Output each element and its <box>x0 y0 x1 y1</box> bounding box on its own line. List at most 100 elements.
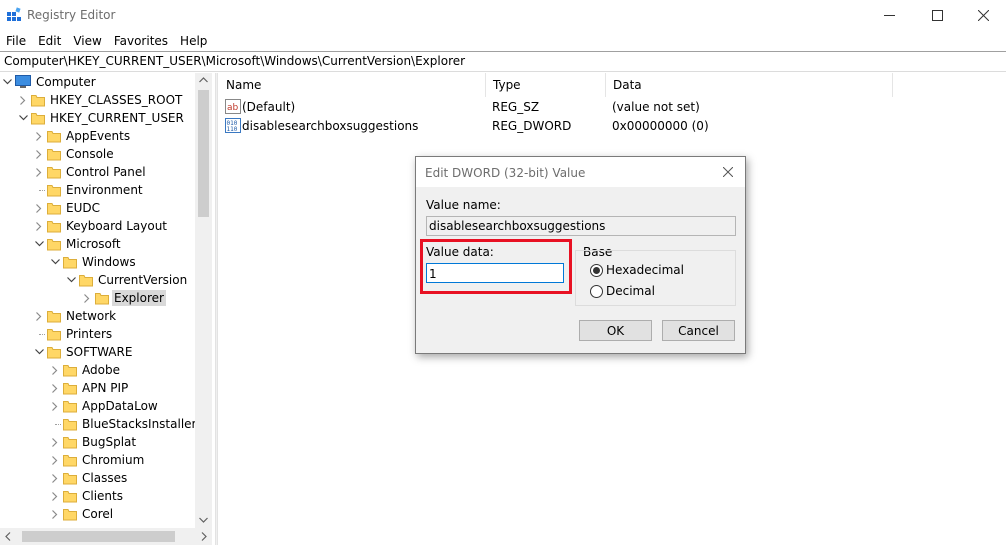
chevron-right-icon[interactable] <box>20 95 26 105</box>
tree-expander[interactable] <box>49 379 61 397</box>
scroll-left-icon[interactable] <box>5 532 11 541</box>
tree-node-label[interactable]: Corel <box>80 506 115 522</box>
tree-vertical-scroll-thumb[interactable] <box>198 90 209 217</box>
chevron-down-icon[interactable] <box>2 79 12 85</box>
tree-node[interactable]: HKEY_CURRENT_USER <box>17 109 186 127</box>
tree-expander[interactable] <box>81 289 93 307</box>
tree-expander[interactable] <box>49 487 61 505</box>
tree-node[interactable]: Classes <box>49 469 129 487</box>
menu-view[interactable]: View <box>67 31 107 51</box>
minimize-button[interactable] <box>866 0 912 31</box>
tree-node[interactable]: Explorer <box>81 289 166 307</box>
menu-favorites[interactable]: Favorites <box>108 31 174 51</box>
tree-expander[interactable] <box>65 271 77 289</box>
tree-node[interactable]: AppDataLow <box>49 397 160 415</box>
tree-node-label[interactable]: Environment <box>64 182 145 198</box>
tree-node[interactable]: Corel <box>49 505 115 523</box>
chevron-down-icon[interactable] <box>34 349 44 355</box>
tree-node-label[interactable]: Control Panel <box>64 164 148 180</box>
tree-node[interactable]: Windows <box>49 253 138 271</box>
chevron-right-icon[interactable] <box>52 455 58 465</box>
tree-node[interactable]: HKEY_CLASSES_ROOT <box>17 91 184 109</box>
tree-node-label[interactable]: AppDataLow <box>80 398 160 414</box>
chevron-right-icon[interactable] <box>36 149 42 159</box>
chevron-right-icon[interactable] <box>52 365 58 375</box>
key-tree[interactable]: Computer HKEY_CLASSES_ROOT HKEY_CURRENT_US… <box>0 73 212 545</box>
scroll-down-icon[interactable] <box>199 517 208 523</box>
tree-node-label[interactable]: EUDC <box>64 200 102 216</box>
tree-node[interactable]: Computer <box>1 73 98 91</box>
tree-node-label[interactable]: Network <box>64 308 118 324</box>
chevron-right-icon[interactable] <box>36 203 42 213</box>
tree-horizontal-scroll-thumb[interactable] <box>22 531 175 542</box>
tree-node-label[interactable]: AppEvents <box>64 128 132 144</box>
tree-node-label[interactable]: HKEY_CLASSES_ROOT <box>48 92 184 108</box>
tree-node-label[interactable]: HKEY_CURRENT_USER <box>48 110 186 126</box>
chevron-right-icon[interactable] <box>52 437 58 447</box>
tree-node[interactable]: APN PIP <box>49 379 130 397</box>
tree-expander[interactable] <box>33 235 45 253</box>
tree-node-label[interactable]: CurrentVersion <box>96 272 189 288</box>
value-row[interactable]: 010 110 disablesearchboxsuggestions REG_… <box>219 116 1006 135</box>
close-button[interactable] <box>960 0 1006 31</box>
scroll-up-icon[interactable] <box>199 77 208 83</box>
value-data-input[interactable] <box>426 263 564 283</box>
tree-node-label[interactable]: Printers <box>64 326 114 342</box>
value-row[interactable]: ab (Default) REG_SZ (value not set) <box>219 97 1006 116</box>
tree-node[interactable]: SOFTWARE <box>33 343 134 361</box>
tree-node-label[interactable]: Microsoft <box>64 236 123 252</box>
tree-node[interactable]: EUDC <box>33 199 102 217</box>
tree-expander[interactable] <box>49 505 61 523</box>
decimal-label[interactable]: Decimal <box>606 284 655 298</box>
chevron-right-icon[interactable] <box>52 383 58 393</box>
chevron-right-icon[interactable] <box>36 131 42 141</box>
chevron-right-icon[interactable] <box>36 221 42 231</box>
tree-expander[interactable] <box>49 433 61 451</box>
hexadecimal-radio[interactable] <box>590 264 603 277</box>
chevron-down-icon[interactable] <box>66 277 76 283</box>
tree-expander[interactable] <box>49 397 61 415</box>
chevron-right-icon[interactable] <box>84 293 90 303</box>
tree-expander[interactable] <box>49 361 61 379</box>
ok-button[interactable]: OK <box>579 320 652 341</box>
tree-node-label[interactable]: BlueStacksInstaller <box>80 416 198 432</box>
column-header-data[interactable]: Data <box>606 73 893 97</box>
tree-expander[interactable] <box>17 109 29 127</box>
tree-node-label[interactable]: SOFTWARE <box>64 344 134 360</box>
tree-expander[interactable] <box>33 343 45 361</box>
tree-node-label[interactable]: Classes <box>80 470 129 486</box>
tree-expander[interactable] <box>33 307 45 325</box>
tree-node-label[interactable]: Computer <box>34 74 98 90</box>
tree-node-label[interactable]: Chromium <box>80 452 146 468</box>
tree-node[interactable]: Microsoft <box>33 235 123 253</box>
tree-node-label[interactable]: Keyboard Layout <box>64 218 169 234</box>
pane-splitter[interactable] <box>215 73 218 545</box>
chevron-right-icon[interactable] <box>52 491 58 501</box>
tree-node[interactable]: AppEvents <box>33 127 132 145</box>
column-header-type[interactable]: Type <box>486 73 606 97</box>
decimal-radio[interactable] <box>590 285 603 298</box>
scroll-right-icon[interactable] <box>201 532 207 541</box>
tree-expander[interactable] <box>49 469 61 487</box>
tree-node[interactable]: Network <box>33 307 118 325</box>
tree-expander[interactable] <box>33 145 45 163</box>
chevron-down-icon[interactable] <box>34 241 44 247</box>
chevron-down-icon[interactable] <box>18 115 28 121</box>
tree-node[interactable]: Environment <box>33 181 145 199</box>
tree-node-label[interactable]: Console <box>64 146 116 162</box>
tree-node-label[interactable]: Explorer <box>112 290 166 306</box>
tree-node-label[interactable]: Windows <box>80 254 138 270</box>
chevron-right-icon[interactable] <box>52 473 58 483</box>
tree-node[interactable]: Keyboard Layout <box>33 217 169 235</box>
tree-expander[interactable] <box>33 199 45 217</box>
tree-node-label[interactable]: Clients <box>80 488 125 504</box>
menu-file[interactable]: File <box>0 31 32 51</box>
cancel-button[interactable]: Cancel <box>662 320 735 341</box>
maximize-button[interactable] <box>914 0 960 31</box>
tree-expander[interactable] <box>33 217 45 235</box>
tree-node[interactable]: BugSplat <box>49 433 138 451</box>
tree-node[interactable]: BlueStacksInstaller <box>49 415 198 433</box>
tree-node[interactable]: Printers <box>33 325 114 343</box>
tree-node-label[interactable]: Adobe <box>80 362 122 378</box>
tree-node-label[interactable]: APN PIP <box>80 380 130 396</box>
